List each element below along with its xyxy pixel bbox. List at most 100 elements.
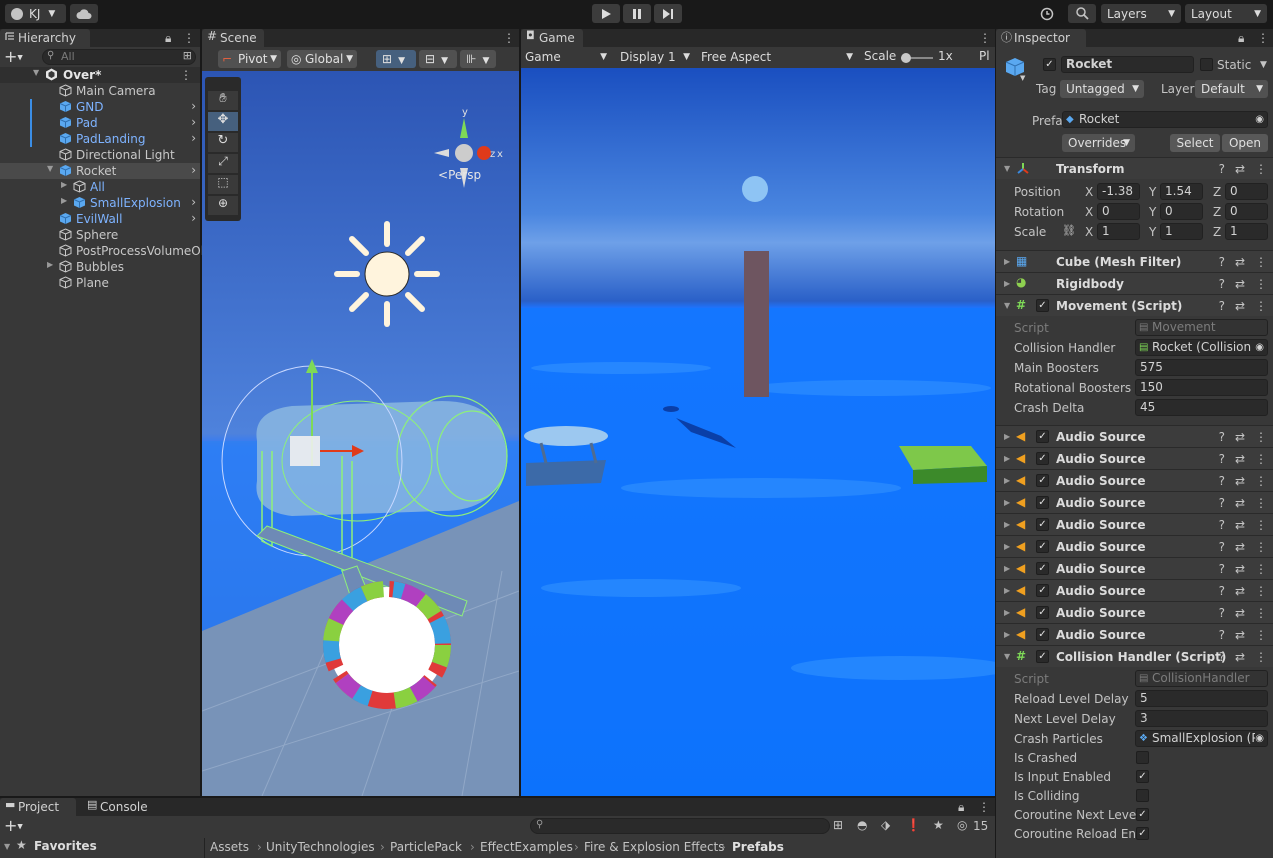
- rotate-tool-button[interactable]: ↻: [208, 133, 238, 152]
- component-menu-icon[interactable]: ⋮: [1255, 562, 1267, 576]
- hierarchy-item[interactable]: Plane: [0, 275, 200, 291]
- hierarchy-item-selected[interactable]: ▼ Rocket ›: [0, 163, 200, 179]
- hierarchy-item[interactable]: Sphere: [0, 227, 200, 243]
- chevron-down-icon[interactable]: ▼: [1260, 60, 1267, 70]
- audio-source-header[interactable]: ▶ ◀︎ ✓ Audio Source ? ⇄ ⋮: [996, 491, 1273, 513]
- chevron-right-icon[interactable]: ›: [191, 99, 196, 113]
- preset-icon[interactable]: ⇄: [1235, 496, 1245, 510]
- tab-scene[interactable]: # Scene: [202, 29, 264, 47]
- preset-icon[interactable]: ⇄: [1235, 452, 1245, 466]
- audio-enabled-checkbox[interactable]: ✓: [1036, 584, 1049, 597]
- game-viewport[interactable]: [521, 68, 995, 796]
- tag-dropdown[interactable]: Untagged ▼: [1060, 80, 1144, 98]
- hierarchy-item[interactable]: PadLanding ›: [0, 131, 200, 147]
- fold-closed-icon[interactable]: ▶: [1004, 630, 1010, 639]
- game-mode-dropdown[interactable]: Game ▼: [521, 48, 611, 66]
- component-menu-icon[interactable]: ⋮: [1255, 474, 1267, 488]
- object-name-field[interactable]: Rocket: [1061, 56, 1194, 73]
- hierarchy-item[interactable]: EvilWall ›: [0, 211, 200, 227]
- fold-closed-icon[interactable]: ▶: [61, 196, 67, 205]
- audio-source-header[interactable]: ▶ ◀︎ ✓ Audio Source ? ⇄ ⋮: [996, 535, 1273, 557]
- help-icon[interactable]: ?: [1219, 255, 1225, 269]
- play-button[interactable]: [592, 4, 620, 23]
- help-icon[interactable]: ?: [1219, 452, 1225, 466]
- preset-icon[interactable]: ⇄: [1235, 584, 1245, 598]
- preset-icon[interactable]: ⇄: [1235, 255, 1245, 269]
- hierarchy-item[interactable]: Main Camera: [0, 83, 200, 99]
- rigidbody-header[interactable]: ▶ ◕ Rigidbody ? ⇄ ⋮: [996, 272, 1273, 294]
- warning-filter-icon[interactable]: ❗: [906, 818, 921, 832]
- prefab-field[interactable]: ◆ Rocket ◉: [1062, 111, 1268, 128]
- is-colliding-checkbox[interactable]: [1136, 789, 1149, 802]
- component-menu-icon[interactable]: ⋮: [1255, 496, 1267, 510]
- help-icon[interactable]: ?: [1219, 628, 1225, 642]
- fold-closed-icon[interactable]: ▶: [47, 260, 53, 269]
- fold-open-icon[interactable]: ▼: [1004, 652, 1010, 661]
- chevron-down-icon[interactable]: ▼: [1020, 74, 1025, 82]
- tab-project[interactable]: ▬ Project: [0, 798, 76, 816]
- hierarchy-item[interactable]: Pad ›: [0, 115, 200, 131]
- preset-icon[interactable]: ⇄: [1235, 606, 1245, 620]
- chevron-right-icon[interactable]: ›: [191, 131, 196, 145]
- active-checkbox[interactable]: ✓: [1043, 58, 1056, 71]
- panel-menu-icon[interactable]: ⋮: [503, 31, 515, 45]
- breadcrumb-item[interactable]: ParticlePack: [390, 840, 462, 854]
- hand-tool-button[interactable]: ✋︎: [208, 91, 238, 110]
- overrides-dropdown[interactable]: Overrides ▼: [1062, 134, 1135, 152]
- ruler-button[interactable]: ⊪ ▼: [460, 50, 496, 68]
- lock-icon[interactable]: 🔒︎: [958, 800, 964, 815]
- is-crashed-checkbox[interactable]: [1136, 751, 1149, 764]
- hidden-packages-icon[interactable]: ◎: [957, 818, 967, 832]
- breadcrumb-item[interactable]: Assets: [210, 840, 249, 854]
- component-menu-icon[interactable]: ⋮: [1255, 606, 1267, 620]
- aspect-dropdown[interactable]: Free Aspect ▼: [697, 48, 857, 66]
- audio-source-header[interactable]: ▶ ◀︎ ✓ Audio Source ? ⇄ ⋮: [996, 557, 1273, 579]
- audio-enabled-checkbox[interactable]: ✓: [1036, 430, 1049, 443]
- open-button[interactable]: Open: [1222, 134, 1268, 152]
- position-y-field[interactable]: 1.54: [1160, 183, 1203, 200]
- history-button[interactable]: [1034, 4, 1060, 23]
- fold-closed-icon[interactable]: ▶: [1004, 608, 1010, 617]
- global-dropdown[interactable]: ◎ Global ▼: [287, 50, 357, 68]
- scale-slider[interactable]: [901, 53, 933, 63]
- star-icon[interactable]: ★: [933, 818, 944, 832]
- component-menu-icon[interactable]: ⋮: [1255, 584, 1267, 598]
- object-picker-icon[interactable]: ◉: [1255, 340, 1264, 355]
- position-z-field[interactable]: 0: [1225, 183, 1268, 200]
- coroutine-reload-checkbox[interactable]: ✓: [1136, 827, 1149, 840]
- favorites-section[interactable]: ▼ ★ Favorites: [0, 838, 200, 858]
- transform-header[interactable]: ▼ Transform ? ⇄ ⋮: [996, 157, 1273, 179]
- breadcrumb-item[interactable]: UnityTechnologies: [266, 840, 375, 854]
- project-search-field[interactable]: ⚲: [530, 818, 830, 834]
- help-icon[interactable]: ?: [1219, 162, 1225, 176]
- search-button[interactable]: [1068, 4, 1096, 23]
- preset-icon[interactable]: ⇄: [1235, 277, 1245, 291]
- hierarchy-item[interactable]: ▶ Bubbles: [0, 259, 200, 275]
- crash-particles-field[interactable]: ❖ SmallExplosion (P ◉: [1135, 730, 1268, 747]
- audio-source-header[interactable]: ▶ ◀︎ ✓ Audio Source ? ⇄ ⋮: [996, 623, 1273, 645]
- fold-closed-icon[interactable]: ▶: [1004, 542, 1010, 551]
- audio-source-header[interactable]: ▶ ◀︎ ✓ Audio Source ? ⇄ ⋮: [996, 601, 1273, 623]
- fold-closed-icon[interactable]: ▶: [1004, 498, 1010, 507]
- fold-open-icon[interactable]: ▼: [47, 164, 53, 173]
- component-menu-icon[interactable]: ⋮: [1255, 628, 1267, 642]
- preset-icon[interactable]: ⇄: [1235, 518, 1245, 532]
- chevron-right-icon[interactable]: ›: [191, 115, 196, 129]
- cloud-button[interactable]: [70, 4, 98, 23]
- scale-x-field[interactable]: 1: [1097, 223, 1140, 240]
- pause-button[interactable]: [623, 4, 651, 23]
- collision-enabled-checkbox[interactable]: ✓: [1036, 650, 1049, 663]
- scale-z-field[interactable]: 1: [1225, 223, 1268, 240]
- preset-icon[interactable]: ⇄: [1235, 430, 1245, 444]
- help-icon[interactable]: ?: [1219, 518, 1225, 532]
- fold-open-icon[interactable]: ▼: [1004, 164, 1010, 173]
- panel-menu-icon[interactable]: ⋮: [978, 800, 990, 814]
- audio-source-header[interactable]: ▶ ◀︎ ✓ Audio Source ? ⇄ ⋮: [996, 513, 1273, 535]
- fold-closed-icon[interactable]: ▶: [61, 180, 67, 189]
- help-icon[interactable]: ?: [1219, 650, 1225, 664]
- component-menu-icon[interactable]: ⋮: [1255, 162, 1267, 176]
- fold-closed-icon[interactable]: ▶: [1004, 279, 1010, 288]
- chevron-right-icon[interactable]: ›: [191, 163, 196, 177]
- tab-inspector[interactable]: ⓘ Inspector: [996, 29, 1086, 47]
- collision-handler-header[interactable]: ▼ # ✓ Collision Handler (Script) ? ⇄ ⋮: [996, 645, 1273, 667]
